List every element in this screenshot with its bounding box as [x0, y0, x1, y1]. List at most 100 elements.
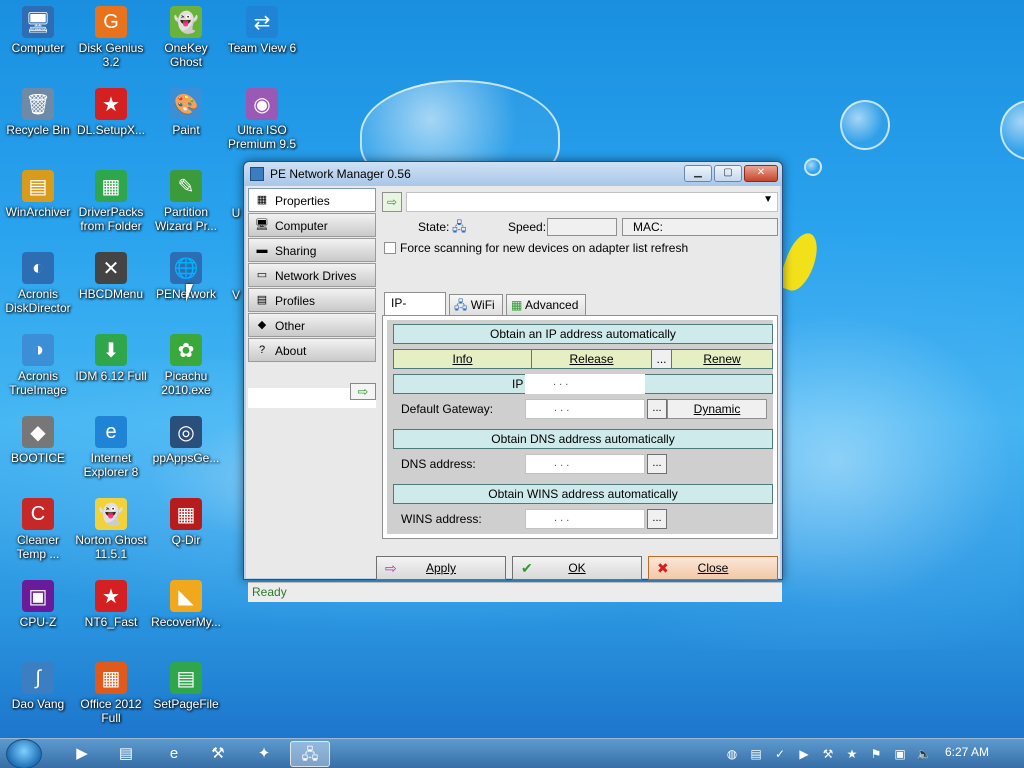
sidebar-item-other[interactable]: ◆ Other [248, 313, 376, 337]
tools-tray-icon[interactable]: ⚒ [820, 746, 836, 762]
desktop-icon[interactable]: ▤ SetPageFile [150, 662, 222, 711]
maximize-button[interactable]: ▢ [714, 165, 742, 182]
wifi-icon: 🖧 [454, 298, 468, 312]
adapter-select[interactable]: ▼ [406, 192, 778, 212]
profiles-icon: ▤ [256, 294, 268, 306]
desktop-icon[interactable]: ◣ RecoverMy... [150, 580, 222, 629]
desktop-icon[interactable]: ◑ Acronis TrueImage [2, 334, 74, 397]
sidebar-item-sharing[interactable]: ▬ Sharing [248, 238, 376, 262]
desktop-icon[interactable]: ◆ BOOTICE [2, 416, 74, 465]
ok-button[interactable]: ✔ OK [512, 556, 642, 580]
tab-wifi[interactable]: 🖧 WiFi [449, 294, 503, 316]
obtain-dns-auto-button[interactable]: Obtain DNS address automatically [393, 429, 773, 449]
network-tray-icon[interactable]: ◍ [724, 746, 740, 762]
desktop-icon[interactable]: ✎ Partition Wizard Pr... [150, 170, 222, 233]
desktop-icon-label: Dao Vang [11, 697, 65, 711]
sidebar-item-computer[interactable]: 🖥 Computer [248, 213, 376, 237]
sidebar-item-label: Computer [275, 219, 328, 233]
desktop-icon[interactable]: ★ DL.SetupX... [75, 88, 147, 137]
tool-taskbar-icon[interactable]: ⚒ [198, 741, 238, 767]
sidebar-item-network-drives[interactable]: ▭ Network Drives [248, 263, 376, 287]
ip-address-field[interactable]: . . . [525, 374, 645, 394]
flag-tray-icon[interactable]: ⚑ [868, 746, 884, 762]
desktop-icon[interactable]: 👻 OneKey Ghost [150, 6, 222, 69]
obtain-wins-auto-button[interactable]: Obtain WINS address automatically [393, 484, 773, 504]
desktop-icon[interactable]: ▦ DriverPacks from Folder [75, 170, 147, 233]
star-tray-icon[interactable]: ★ [844, 746, 860, 762]
dns-dots: . . . [554, 457, 570, 469]
desktop-icon[interactable]: ✕ HBCDMenu [75, 252, 147, 301]
desktop-icon-label: CPU-Z [19, 615, 57, 629]
mac-field: MAC: [622, 218, 778, 236]
dynamic-button[interactable]: Dynamic [667, 399, 767, 419]
desktop-icon[interactable]: 👻 Norton Ghost 11.5.1 [75, 498, 147, 561]
obtain-ip-auto-button[interactable]: Obtain an IP address automatically [393, 324, 773, 344]
refresh-adapter-button[interactable]: ⇨ [382, 192, 402, 212]
internet-explorer-taskbar-icon[interactable]: e [154, 741, 194, 767]
sidebar-item-about[interactable]: ? About [248, 338, 376, 362]
desktop-icon[interactable]: ◐ Acronis DiskDirector [2, 252, 74, 315]
wins-options-button[interactable]: ... [647, 509, 667, 529]
app-icon: ✿ [170, 334, 202, 366]
close-window-button[interactable]: ✕ [744, 165, 778, 182]
desktop-icon[interactable]: ◉ Ultra ISO Premium 9.5 [226, 88, 298, 151]
force-scan-checkbox[interactable] [384, 242, 396, 254]
mouse-cursor [186, 284, 200, 302]
desktop-icon-label: RecoverMy... [151, 615, 221, 629]
apply-label: Apply [425, 561, 457, 575]
desktop-icon[interactable]: ∫ Dao Vang [2, 662, 74, 711]
desktop-icon[interactable]: 🎨 Paint [150, 88, 222, 137]
safely-remove-tray-icon[interactable]: ✓ [772, 746, 788, 762]
desktop-icon[interactable]: ✿ Picachu 2010.exe [150, 334, 222, 397]
tab-ip-settings[interactable]: IP-Settings [384, 292, 446, 330]
desktop-icon-label: Cleaner Temp ... [16, 533, 60, 561]
app-icon: ∫ [22, 662, 54, 694]
ghost-taskbar-icon[interactable]: ✦ [244, 741, 284, 767]
media-player-taskbar-icon[interactable]: ▶ [62, 741, 102, 767]
desktop-icon[interactable]: ★ NT6_Fast [75, 580, 147, 629]
info-button[interactable]: Info [394, 350, 532, 368]
renew-button[interactable]: Renew [672, 350, 772, 368]
dns-options-button[interactable]: ... [647, 454, 667, 474]
sidebar-item-properties[interactable]: ▦ Properties [248, 188, 376, 212]
play-tray-icon[interactable]: ▶ [796, 746, 812, 762]
window-client: ▦ Properties 🖥 Computer ▬ Sharing ▭ Network Dri… [246, 186, 782, 602]
apply-button[interactable]: ⇨ Apply [376, 556, 506, 580]
desktop-icon[interactable]: C Cleaner Temp ... [2, 498, 74, 561]
tab-advanced[interactable]: ▦ Advanced [506, 294, 586, 316]
desktop-icon[interactable]: e Internet Explorer 8 [75, 416, 147, 479]
title-bar[interactable]: PE Network Manager 0.56 ▁ ▢ ✕ [244, 162, 782, 186]
default-gateway-field[interactable]: . . . [525, 399, 645, 419]
gateway-options-button[interactable]: ... [647, 399, 667, 419]
close-button[interactable]: ✖ Close [648, 556, 778, 580]
network-status-tray-icon[interactable]: ▣ [892, 746, 908, 762]
wins-address-field[interactable]: . . . [525, 509, 645, 529]
volume-tray-icon[interactable]: 🔈 [916, 746, 932, 762]
bubble [804, 158, 822, 176]
desktop-icon[interactable]: G Disk Genius 3.2 [75, 6, 147, 69]
close-label: Close [697, 561, 729, 575]
desktop-icon[interactable]: ▤ WinArchiver [2, 170, 74, 219]
next-arrow-button[interactable]: ⇨ [350, 383, 376, 400]
desktop-icon[interactable]: 🖥 Computer [2, 6, 74, 55]
start-button[interactable] [6, 739, 42, 768]
desktop-icon[interactable]: ▣ CPU-Z [2, 580, 74, 629]
desktop-icon[interactable]: 🗑 Recycle Bin [2, 88, 74, 137]
explorer-taskbar-icon[interactable]: ▤ [106, 741, 146, 767]
desktop-icon[interactable]: ⇄ Team View 6 [226, 6, 298, 55]
release-button[interactable]: Release [532, 350, 652, 368]
app-icon: e [95, 416, 127, 448]
desktop-icon[interactable]: ⬇ IDM 6.12 Full [75, 334, 147, 383]
wins-address-label: WINS address: [401, 512, 482, 526]
dns-address-field[interactable]: . . . [525, 454, 645, 474]
desktop-icon[interactable]: ▦ Q-Dir [150, 498, 222, 547]
desktop-icon[interactable]: ◎ ppAppsGe... [150, 416, 222, 465]
default-gateway-label: Default Gateway: [401, 402, 494, 416]
pe-network-taskbar-button[interactable]: 🖧 [290, 741, 330, 767]
minimize-button[interactable]: ▁ [684, 165, 712, 182]
clock[interactable]: 6:27 AM [945, 745, 989, 759]
sidebar-item-profiles[interactable]: ▤ Profiles [248, 288, 376, 312]
desktop-icon[interactable]: ▦ Office 2012 Full [75, 662, 147, 725]
release-options-button[interactable]: ... [652, 350, 672, 368]
device-tray-icon[interactable]: ▤ [748, 746, 764, 762]
